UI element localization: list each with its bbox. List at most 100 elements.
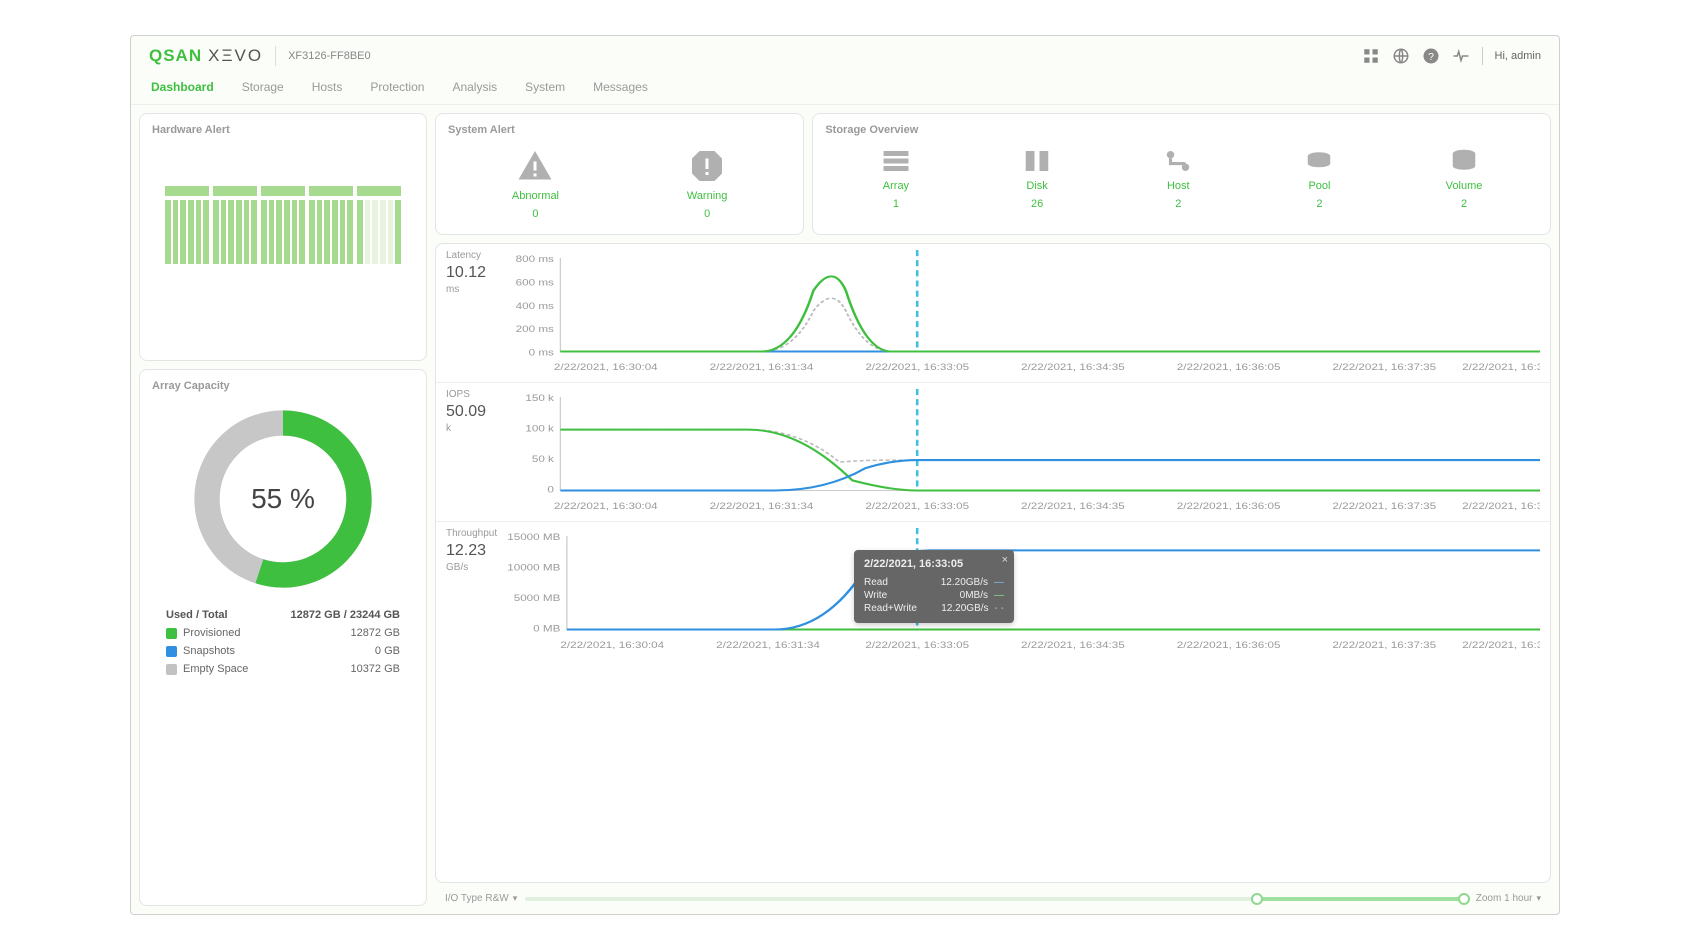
tab-analysis[interactable]: Analysis bbox=[450, 76, 499, 104]
array-icon bbox=[881, 148, 911, 174]
svg-text:2/22/2021, 16:33:05: 2/22/2021, 16:33:05 bbox=[865, 363, 969, 373]
overview-volume[interactable]: Volume 2 bbox=[1446, 148, 1483, 210]
overview-pool[interactable]: Pool 2 bbox=[1304, 148, 1334, 210]
globe-icon[interactable] bbox=[1392, 47, 1410, 65]
host-icon bbox=[1163, 148, 1193, 174]
svg-text:2/22/2021, 16:30:04: 2/22/2021, 16:30:04 bbox=[554, 363, 658, 373]
tooltip-title: 2/22/2021, 16:33:05 bbox=[864, 558, 1004, 570]
svg-text:2/22/2021, 16:37:35: 2/22/2021, 16:37:35 bbox=[1332, 502, 1436, 512]
svg-text:600 ms: 600 ms bbox=[516, 279, 554, 289]
storage-overview-card: Storage Overview Array 1 Disk 26 Host bbox=[812, 113, 1551, 235]
throughput-chart[interactable]: Throughput 12.23 GB/s 15000 MB 10000 MB … bbox=[436, 522, 1550, 660]
svg-text:2/22/2021, 16:39:36: 2/22/2021, 16:39:36 bbox=[1462, 363, 1540, 373]
overview-disk[interactable]: Disk 26 bbox=[1022, 148, 1052, 210]
array-capacity-card: Array Capacity 55 % Used / Total 12872 GB… bbox=[139, 369, 427, 906]
svg-text:2/22/2021, 16:33:05: 2/22/2021, 16:33:05 bbox=[865, 502, 969, 512]
svg-text:2/22/2021, 16:37:35: 2/22/2021, 16:37:35 bbox=[1332, 363, 1436, 373]
capacity-provisioned-value: 12872 GB bbox=[350, 627, 400, 639]
warning-octagon-icon bbox=[689, 148, 725, 184]
svg-text:2/22/2021, 16:30:04: 2/22/2021, 16:30:04 bbox=[554, 502, 658, 512]
overview-array[interactable]: Array 1 bbox=[881, 148, 911, 210]
tooltip-close-icon[interactable]: × bbox=[1002, 554, 1008, 566]
io-type-dropdown[interactable]: I/O Type R&W bbox=[445, 893, 517, 904]
tab-storage[interactable]: Storage bbox=[240, 76, 286, 104]
tab-system[interactable]: System bbox=[523, 76, 567, 104]
svg-text:200 ms: 200 ms bbox=[516, 325, 554, 335]
tab-hosts[interactable]: Hosts bbox=[310, 76, 345, 104]
disk-icon bbox=[1022, 148, 1052, 174]
swatch-empty bbox=[166, 664, 177, 675]
main-tabs: Dashboard Storage Hosts Protection Analy… bbox=[131, 70, 1559, 105]
svg-text:2/22/2021, 16:34:35: 2/22/2021, 16:34:35 bbox=[1021, 363, 1125, 373]
slider-handle-start[interactable] bbox=[1251, 893, 1263, 905]
capacity-table: Used / Total 12872 GB / 23244 GB Provisio… bbox=[152, 606, 414, 678]
user-greeting[interactable]: Hi, admin bbox=[1495, 50, 1541, 62]
tab-dashboard[interactable]: Dashboard bbox=[149, 76, 216, 104]
logo-xevo: XΞVO bbox=[208, 46, 263, 66]
svg-text:400 ms: 400 ms bbox=[516, 302, 554, 312]
capacity-snapshots-label: Snapshots bbox=[183, 645, 235, 657]
overview-host[interactable]: Host 2 bbox=[1163, 148, 1193, 210]
svg-text:2/22/2021, 16:34:35: 2/22/2021, 16:34:35 bbox=[1021, 641, 1125, 651]
apps-icon[interactable] bbox=[1362, 47, 1380, 65]
help-icon[interactable]: ? bbox=[1422, 47, 1440, 65]
svg-text:2/22/2021, 16:31:34: 2/22/2021, 16:31:34 bbox=[710, 502, 814, 512]
svg-text:15000 MB: 15000 MB bbox=[507, 533, 560, 543]
svg-text:?: ? bbox=[1428, 51, 1434, 63]
svg-text:800 ms: 800 ms bbox=[516, 255, 554, 265]
time-range-slider[interactable] bbox=[525, 897, 1468, 901]
swatch-provisioned bbox=[166, 628, 177, 639]
svg-text:2/22/2021, 16:36:05: 2/22/2021, 16:36:05 bbox=[1177, 363, 1281, 373]
capacity-snapshots-value: 0 GB bbox=[375, 645, 400, 657]
latency-value: 10.12 bbox=[446, 264, 486, 282]
iops-value: 50.09 bbox=[446, 403, 486, 421]
logo: QSAN XΞVO bbox=[149, 46, 276, 66]
latency-chart[interactable]: Latency 10.12 ms 800 ms 600 ms 400 ms 20… bbox=[436, 244, 1550, 383]
capacity-provisioned-label: Provisioned bbox=[183, 627, 240, 639]
hardware-graphic[interactable] bbox=[152, 186, 414, 264]
charts-card: Latency 10.12 ms 800 ms 600 ms 400 ms 20… bbox=[435, 243, 1551, 883]
svg-text:10000 MB: 10000 MB bbox=[507, 564, 560, 574]
charts-footer: I/O Type R&W Zoom 1 hour bbox=[435, 891, 1551, 906]
throughput-unit: GB/s bbox=[446, 562, 468, 573]
svg-text:5000 MB: 5000 MB bbox=[514, 594, 561, 604]
array-capacity-title: Array Capacity bbox=[152, 380, 414, 392]
pool-icon bbox=[1304, 148, 1334, 174]
storage-overview-title: Storage Overview bbox=[825, 124, 1538, 136]
capacity-empty-value: 10372 GB bbox=[350, 663, 400, 675]
warning-triangle-icon bbox=[517, 148, 553, 184]
iops-title: IOPS bbox=[446, 389, 470, 400]
svg-text:2/22/2021, 16:39:36: 2/22/2021, 16:39:36 bbox=[1462, 502, 1540, 512]
svg-text:0: 0 bbox=[547, 486, 554, 496]
capacity-header-label: Used / Total bbox=[166, 609, 228, 621]
health-icon[interactable] bbox=[1452, 47, 1470, 65]
zoom-dropdown[interactable]: Zoom 1 hour bbox=[1476, 893, 1541, 904]
capacity-header-value: 12872 GB / 23244 GB bbox=[291, 609, 400, 621]
latency-unit: ms bbox=[446, 284, 459, 295]
alert-warning[interactable]: Warning 0 bbox=[687, 148, 728, 220]
tab-messages[interactable]: Messages bbox=[591, 76, 650, 104]
header-divider bbox=[1482, 47, 1483, 65]
logo-qsan: QSAN bbox=[149, 46, 202, 66]
capacity-percent: 55 % bbox=[188, 404, 378, 594]
slider-handle-end[interactable] bbox=[1458, 893, 1470, 905]
svg-text:0 MB: 0 MB bbox=[533, 625, 560, 635]
svg-text:50 k: 50 k bbox=[532, 455, 555, 465]
svg-text:0 ms: 0 ms bbox=[529, 349, 554, 359]
svg-text:100 k: 100 k bbox=[525, 425, 554, 435]
iops-chart[interactable]: IOPS 50.09 k 150 k 100 k 50 k 0 bbox=[436, 383, 1550, 522]
svg-text:2/22/2021, 16:30:04: 2/22/2021, 16:30:04 bbox=[560, 641, 664, 651]
hardware-alert-card: Hardware Alert bbox=[139, 113, 427, 361]
throughput-value: 12.23 bbox=[446, 542, 486, 560]
svg-text:2/22/2021, 16:34:35: 2/22/2021, 16:34:35 bbox=[1021, 502, 1125, 512]
system-alert-card: System Alert Abnormal 0 Warning 0 bbox=[435, 113, 804, 235]
chart-tooltip: × 2/22/2021, 16:33:05 Read12.20GB/s— Wri… bbox=[854, 550, 1014, 623]
svg-text:2/22/2021, 16:33:05: 2/22/2021, 16:33:05 bbox=[865, 641, 969, 651]
throughput-title: Throughput bbox=[446, 528, 497, 539]
alert-abnormal[interactable]: Abnormal 0 bbox=[512, 148, 559, 220]
device-name: XF3126-FF8BE0 bbox=[276, 50, 371, 62]
svg-text:2/22/2021, 16:31:34: 2/22/2021, 16:31:34 bbox=[710, 363, 814, 373]
tab-protection[interactable]: Protection bbox=[368, 76, 426, 104]
svg-text:2/22/2021, 16:36:05: 2/22/2021, 16:36:05 bbox=[1177, 641, 1281, 651]
capacity-donut[interactable]: 55 % bbox=[188, 404, 378, 594]
